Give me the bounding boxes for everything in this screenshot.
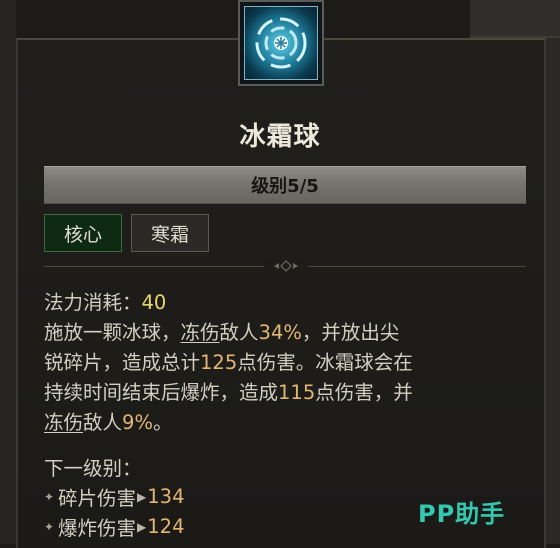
arrow-right-icon: ▶ (137, 489, 147, 504)
background-right-edge (546, 0, 560, 544)
chill-keyword[interactable]: 冻伤 (181, 321, 220, 344)
description-line-4: 冻伤敌人9%。 (44, 408, 534, 438)
desc-text: ，并放出尖 (301, 321, 400, 344)
next-level-item: ✦ 爆炸伤害 ▶ 124 (44, 512, 184, 541)
skill-icon-frame (238, 0, 324, 86)
desc-text: 敌人 (83, 411, 123, 434)
watermark-logo: PP助手 (418, 500, 506, 528)
bullet-icon: ✦ (44, 519, 55, 534)
desc-text: 。 (152, 411, 173, 434)
divider-ornament-icon (264, 260, 308, 272)
chill-percent-2: 9% (122, 411, 153, 434)
shard-damage-value: 125 (200, 351, 238, 374)
description-line-2: 锐碎片，造成总计125点伤害。冰霜球会在 (44, 348, 534, 378)
description-line-1: 施放一颗冰球，冻伤敌人34%，并放出尖 (44, 318, 534, 348)
tag-core-label: 核心 (63, 223, 102, 246)
next-level-item-name: 爆炸伤害 (58, 517, 137, 540)
skill-level-label: 级别5/5 (251, 176, 319, 197)
frost-orb-icon (244, 6, 318, 80)
next-level-item: ✦ 碎片伤害 ▶ 134 (44, 482, 184, 511)
desc-text: 施放一颗冰球， (44, 321, 181, 344)
arrow-right-icon: ▶ (137, 519, 147, 534)
background-top-right (470, 0, 560, 38)
desc-text: 敌人 (219, 321, 259, 344)
tag-frost-label: 寒霜 (150, 223, 189, 246)
next-level-label: 下一级别： (44, 457, 142, 480)
mana-cost-line: 法力消耗：40 (44, 288, 534, 318)
desc-text: 持续时间结束后爆炸，造成 (44, 381, 279, 404)
desc-text: 锐碎片，造成总计 (44, 351, 201, 374)
explosion-damage-value: 115 (278, 381, 316, 404)
mana-cost-label: 法力消耗： (44, 291, 142, 314)
chill-percent: 34% (258, 321, 302, 344)
tag-frost: 寒霜 (131, 214, 209, 252)
skill-level-bar: 级别5/5 (44, 166, 526, 204)
skill-description: 法力消耗：40 施放一颗冰球，冻伤敌人34%，并放出尖 锐碎片，造成总计125点… (44, 288, 534, 438)
chill-keyword[interactable]: 冻伤 (44, 411, 83, 434)
next-level-item-value: 134 (147, 485, 185, 508)
desc-text: 点伤害。冰霜球会在 (237, 351, 413, 374)
next-level-item-name: 碎片伤害 (58, 487, 137, 510)
desc-text: 点伤害，并 (315, 381, 413, 404)
background-left-edge (0, 0, 16, 544)
next-level-item-value: 124 (147, 515, 185, 538)
description-line-3: 持续时间结束后爆炸，造成115点伤害，并 (44, 378, 534, 408)
bullet-icon: ✦ (44, 489, 55, 504)
mana-cost-value: 40 (141, 291, 167, 314)
tag-core: 核心 (44, 214, 122, 252)
skill-name: 冰霜球 (239, 122, 321, 152)
